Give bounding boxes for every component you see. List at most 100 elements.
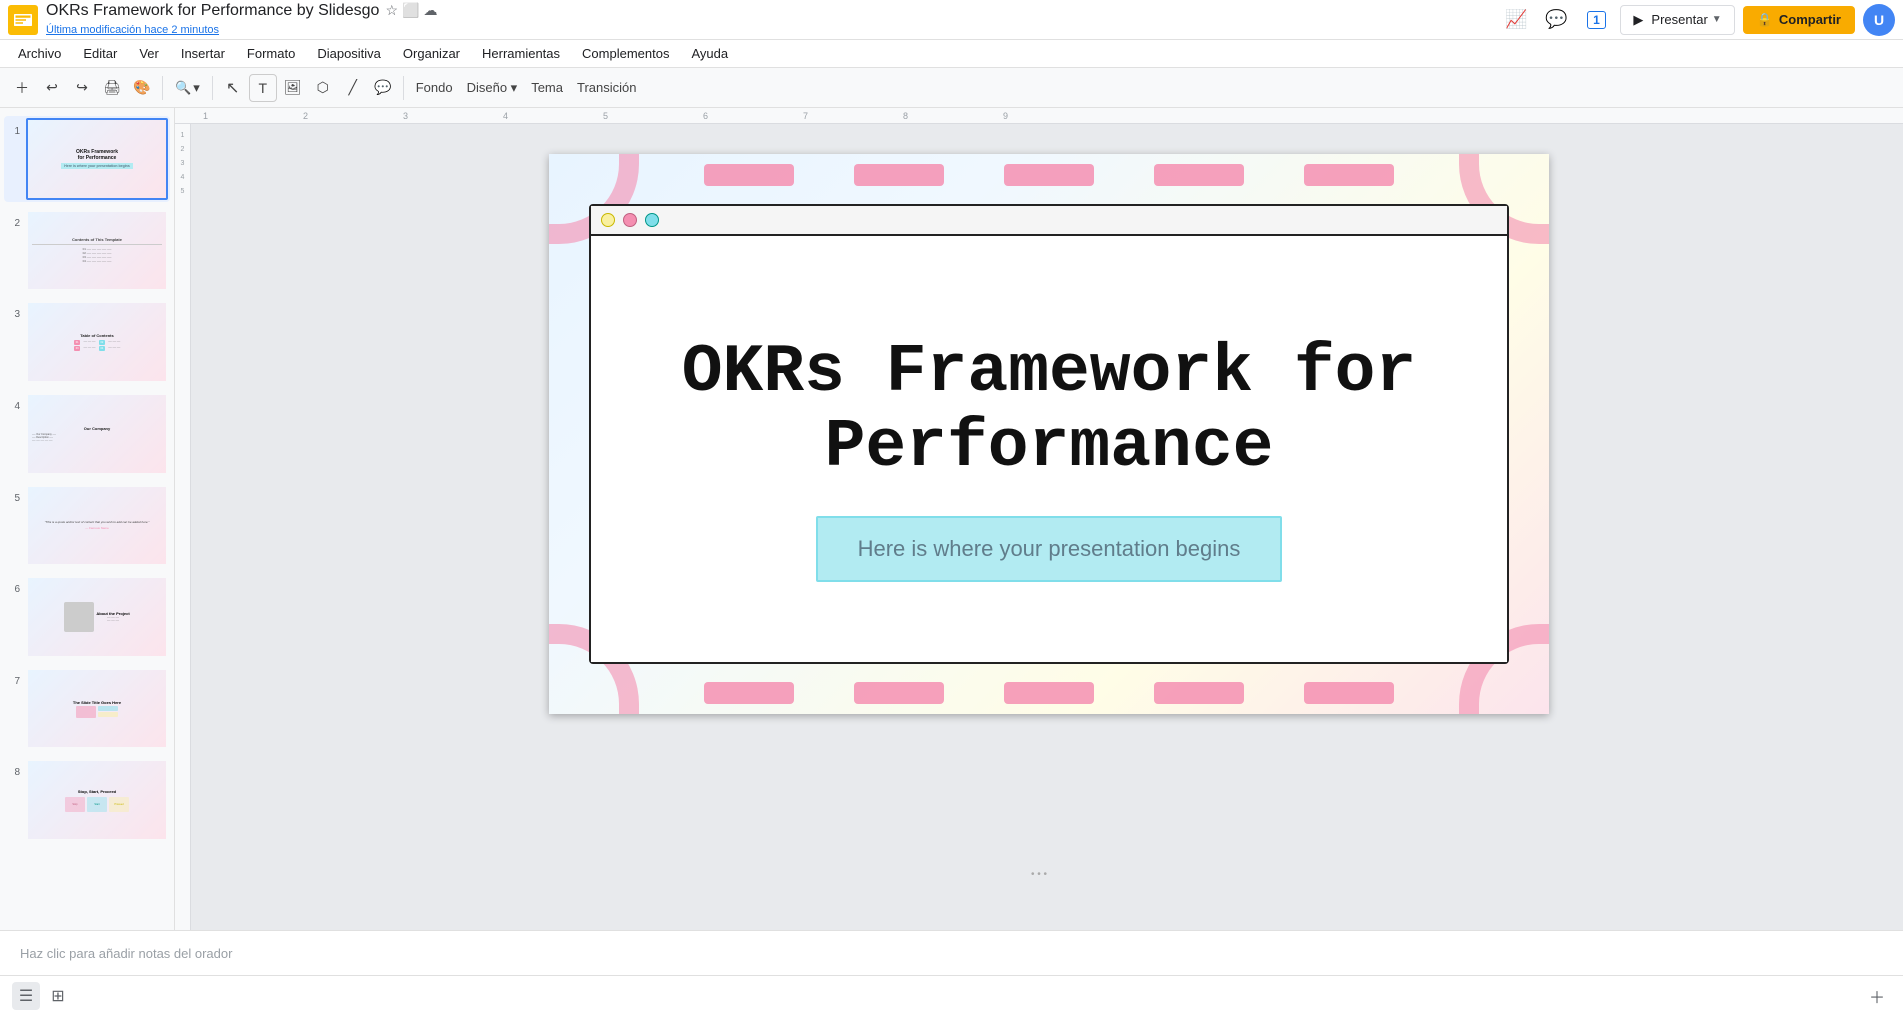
ruler-horizontal: 1 2 3 4 5 6 7 8 9 bbox=[175, 108, 1903, 124]
zoom-icon: 🔍 bbox=[175, 80, 191, 96]
browser-content: OKRs Framework for Performance Here is w… bbox=[591, 236, 1507, 662]
lock-icon: 🔒 bbox=[1757, 12, 1773, 28]
folder-icon[interactable]: ⬜ bbox=[402, 2, 419, 19]
google-slides-logo bbox=[8, 5, 38, 35]
menu-diapositiva[interactable]: Diapositiva bbox=[307, 44, 391, 63]
thumb-title-4: Our Company bbox=[84, 426, 110, 431]
line-button[interactable]: ╱ bbox=[339, 74, 367, 102]
thumb-title-3: Table of Contents bbox=[80, 333, 113, 338]
browser-mockup[interactable]: OKRs Framework for Performance Here is w… bbox=[589, 204, 1509, 664]
top-right-actions: 📈 💬 1 ▶ Presentar ▼ 🔒 Compartir U bbox=[1500, 4, 1895, 36]
slide-num-3: 3 bbox=[6, 309, 20, 320]
slide-thumb-3[interactable]: 3 Table of Contents 01 ── ── ── 02 ── ──… bbox=[4, 299, 170, 385]
slide-num-8: 8 bbox=[6, 767, 20, 778]
subtitle-text: Here is where your presentation begins bbox=[858, 536, 1241, 561]
notes-placeholder[interactable]: Haz clic para añadir notas del orador bbox=[20, 946, 232, 961]
present-label: Presentar bbox=[1651, 12, 1707, 27]
transicion-label[interactable]: Transición bbox=[571, 80, 642, 95]
comment-button[interactable]: 💬 bbox=[369, 74, 397, 102]
slide-thumb-4[interactable]: 4 Our Company ── Our Company ──── Descri… bbox=[4, 391, 170, 477]
print-button[interactable]: 🖨 bbox=[98, 74, 126, 102]
menu-herramientas[interactable]: Herramientas bbox=[472, 44, 570, 63]
add-slide-button[interactable]: ＋ bbox=[1863, 982, 1891, 1010]
slide-thumb-7[interactable]: 7 The Slide Title Goes Here bbox=[4, 666, 170, 752]
menu-editar[interactable]: Editar bbox=[73, 44, 127, 63]
paint-format-button[interactable]: 🎨 bbox=[128, 74, 156, 102]
menu-archivo[interactable]: Archivo bbox=[8, 44, 71, 63]
slide-preview-6: About the Project ── ── ──── ── ── bbox=[26, 576, 168, 658]
tema-label[interactable]: Tema bbox=[525, 80, 569, 95]
slide-thumb-5[interactable]: 5 "This is a quote and/or text of conten… bbox=[4, 483, 170, 569]
slide-thumb-8[interactable]: 8 Stop, Start, Proceed Stop Start Procee… bbox=[4, 757, 170, 843]
thumb-title-7: The Slide Title Goes Here bbox=[73, 700, 121, 705]
top-bar: OKRs Framework for Performance by Slides… bbox=[0, 0, 1903, 40]
pink-bars-top bbox=[609, 164, 1489, 186]
user-avatar[interactable]: U bbox=[1863, 4, 1895, 36]
slide-thumb-2[interactable]: 2 Contents of This Template 01 ── ── ── … bbox=[4, 208, 170, 294]
filmstrip-view-button[interactable]: ☰ bbox=[12, 982, 40, 1010]
menu-insertar[interactable]: Insertar bbox=[171, 44, 235, 63]
slide-thumb-6[interactable]: 6 About the Project ── ── ──── ── ── bbox=[4, 574, 170, 660]
thumb-img-6 bbox=[64, 602, 94, 632]
fondo-label[interactable]: Fondo bbox=[410, 80, 459, 95]
redo-button[interactable]: ↪ bbox=[68, 74, 96, 102]
menu-complementos[interactable]: Complementos bbox=[572, 44, 679, 63]
analytics-icon[interactable]: 📈 bbox=[1500, 4, 1532, 36]
undo-button[interactable]: ↩ bbox=[38, 74, 66, 102]
bottom-right: ＋ bbox=[1863, 982, 1891, 1010]
canvas-area: 1 2 3 4 5 6 7 8 9 12345 bbox=[175, 108, 1903, 930]
thumb-title-1: OKRs Frameworkfor Performance bbox=[76, 149, 118, 161]
slide-main-title[interactable]: OKRs Framework for Performance bbox=[591, 316, 1507, 516]
grid-view-button[interactable]: ⊞ bbox=[44, 982, 72, 1010]
slide-num-4: 4 bbox=[6, 401, 20, 412]
ruler-numbers: 1 2 3 4 5 6 7 8 9 bbox=[183, 111, 1103, 121]
text-button[interactable]: T bbox=[249, 74, 277, 102]
slide-thumb-1[interactable]: 1 OKRs Frameworkfor Performance Here is … bbox=[4, 116, 170, 202]
pink-bar-top-3 bbox=[1004, 164, 1094, 186]
toolbar-divider-2 bbox=[212, 76, 213, 100]
slide-num-7: 7 bbox=[6, 676, 20, 687]
pink-bar-bottom-5 bbox=[1304, 682, 1394, 704]
comments-icon[interactable]: 💬 bbox=[1540, 4, 1572, 36]
pink-bar-top-4 bbox=[1154, 164, 1244, 186]
cloud-icon[interactable]: ☁ bbox=[423, 2, 437, 19]
doc-title-area: OKRs Framework for Performance by Slides… bbox=[46, 2, 1500, 38]
image-button[interactable]: 🖼 bbox=[279, 74, 307, 102]
pink-bar-bottom-1 bbox=[704, 682, 794, 704]
menu-formato[interactable]: Formato bbox=[237, 44, 305, 63]
pink-bar-top-5 bbox=[1304, 164, 1394, 186]
pink-bar-top-2 bbox=[854, 164, 944, 186]
pink-bar-bottom-2 bbox=[854, 682, 944, 704]
menu-ayuda[interactable]: Ayuda bbox=[681, 44, 738, 63]
bottom-bar: ☰ ⊞ ＋ bbox=[0, 975, 1903, 1015]
thumb-content-5: "This is a quote and/or text of content … bbox=[45, 520, 150, 524]
add-button[interactable]: ＋ bbox=[8, 74, 36, 102]
pink-bar-bottom-3 bbox=[1004, 682, 1094, 704]
slide-canvas-wrapper: OKRs Framework for Performance Here is w… bbox=[549, 154, 1549, 714]
diseño-label[interactable]: Diseño ▾ bbox=[461, 80, 524, 96]
pink-bar-bottom-4 bbox=[1154, 682, 1244, 704]
zoom-label: ▾ bbox=[193, 80, 200, 96]
thumb-title-2: Contents of This Template bbox=[72, 237, 122, 242]
zoom-button[interactable]: 🔍 ▾ bbox=[169, 78, 206, 98]
thumb-subtitle-1: Here is where your presentation begins bbox=[61, 163, 133, 169]
star-icon[interactable]: ☆ bbox=[385, 2, 398, 19]
present-button[interactable]: ▶ Presentar ▼ bbox=[1620, 5, 1734, 35]
slide-num-5: 5 bbox=[6, 493, 20, 504]
slide-preview-4: Our Company ── Our Company ──── Descript… bbox=[26, 393, 168, 475]
slideshow-counter-icon[interactable]: 1 bbox=[1580, 4, 1612, 36]
pink-bars-bottom bbox=[609, 682, 1489, 704]
subtitle-box[interactable]: Here is where your presentation begins bbox=[816, 516, 1283, 582]
cursor-button[interactable]: ↖ bbox=[219, 74, 247, 102]
slide-canvas[interactable]: OKRs Framework for Performance Here is w… bbox=[549, 154, 1549, 714]
slide-preview-5: "This is a quote and/or text of content … bbox=[26, 485, 168, 567]
menu-ver[interactable]: Ver bbox=[129, 44, 169, 63]
pink-bar-top-1 bbox=[704, 164, 794, 186]
doc-title[interactable]: OKRs Framework for Performance by Slides… bbox=[46, 2, 379, 20]
menu-organizar[interactable]: Organizar bbox=[393, 44, 470, 63]
last-modified[interactable]: Última modificación hace 2 minutos bbox=[46, 24, 219, 36]
notes-area[interactable]: Haz clic para añadir notas del orador bbox=[0, 930, 1903, 975]
ruler-vertical: 12345 bbox=[175, 124, 191, 930]
shapes-button[interactable]: ⬡ bbox=[309, 74, 337, 102]
share-button[interactable]: 🔒 Compartir bbox=[1743, 6, 1855, 34]
